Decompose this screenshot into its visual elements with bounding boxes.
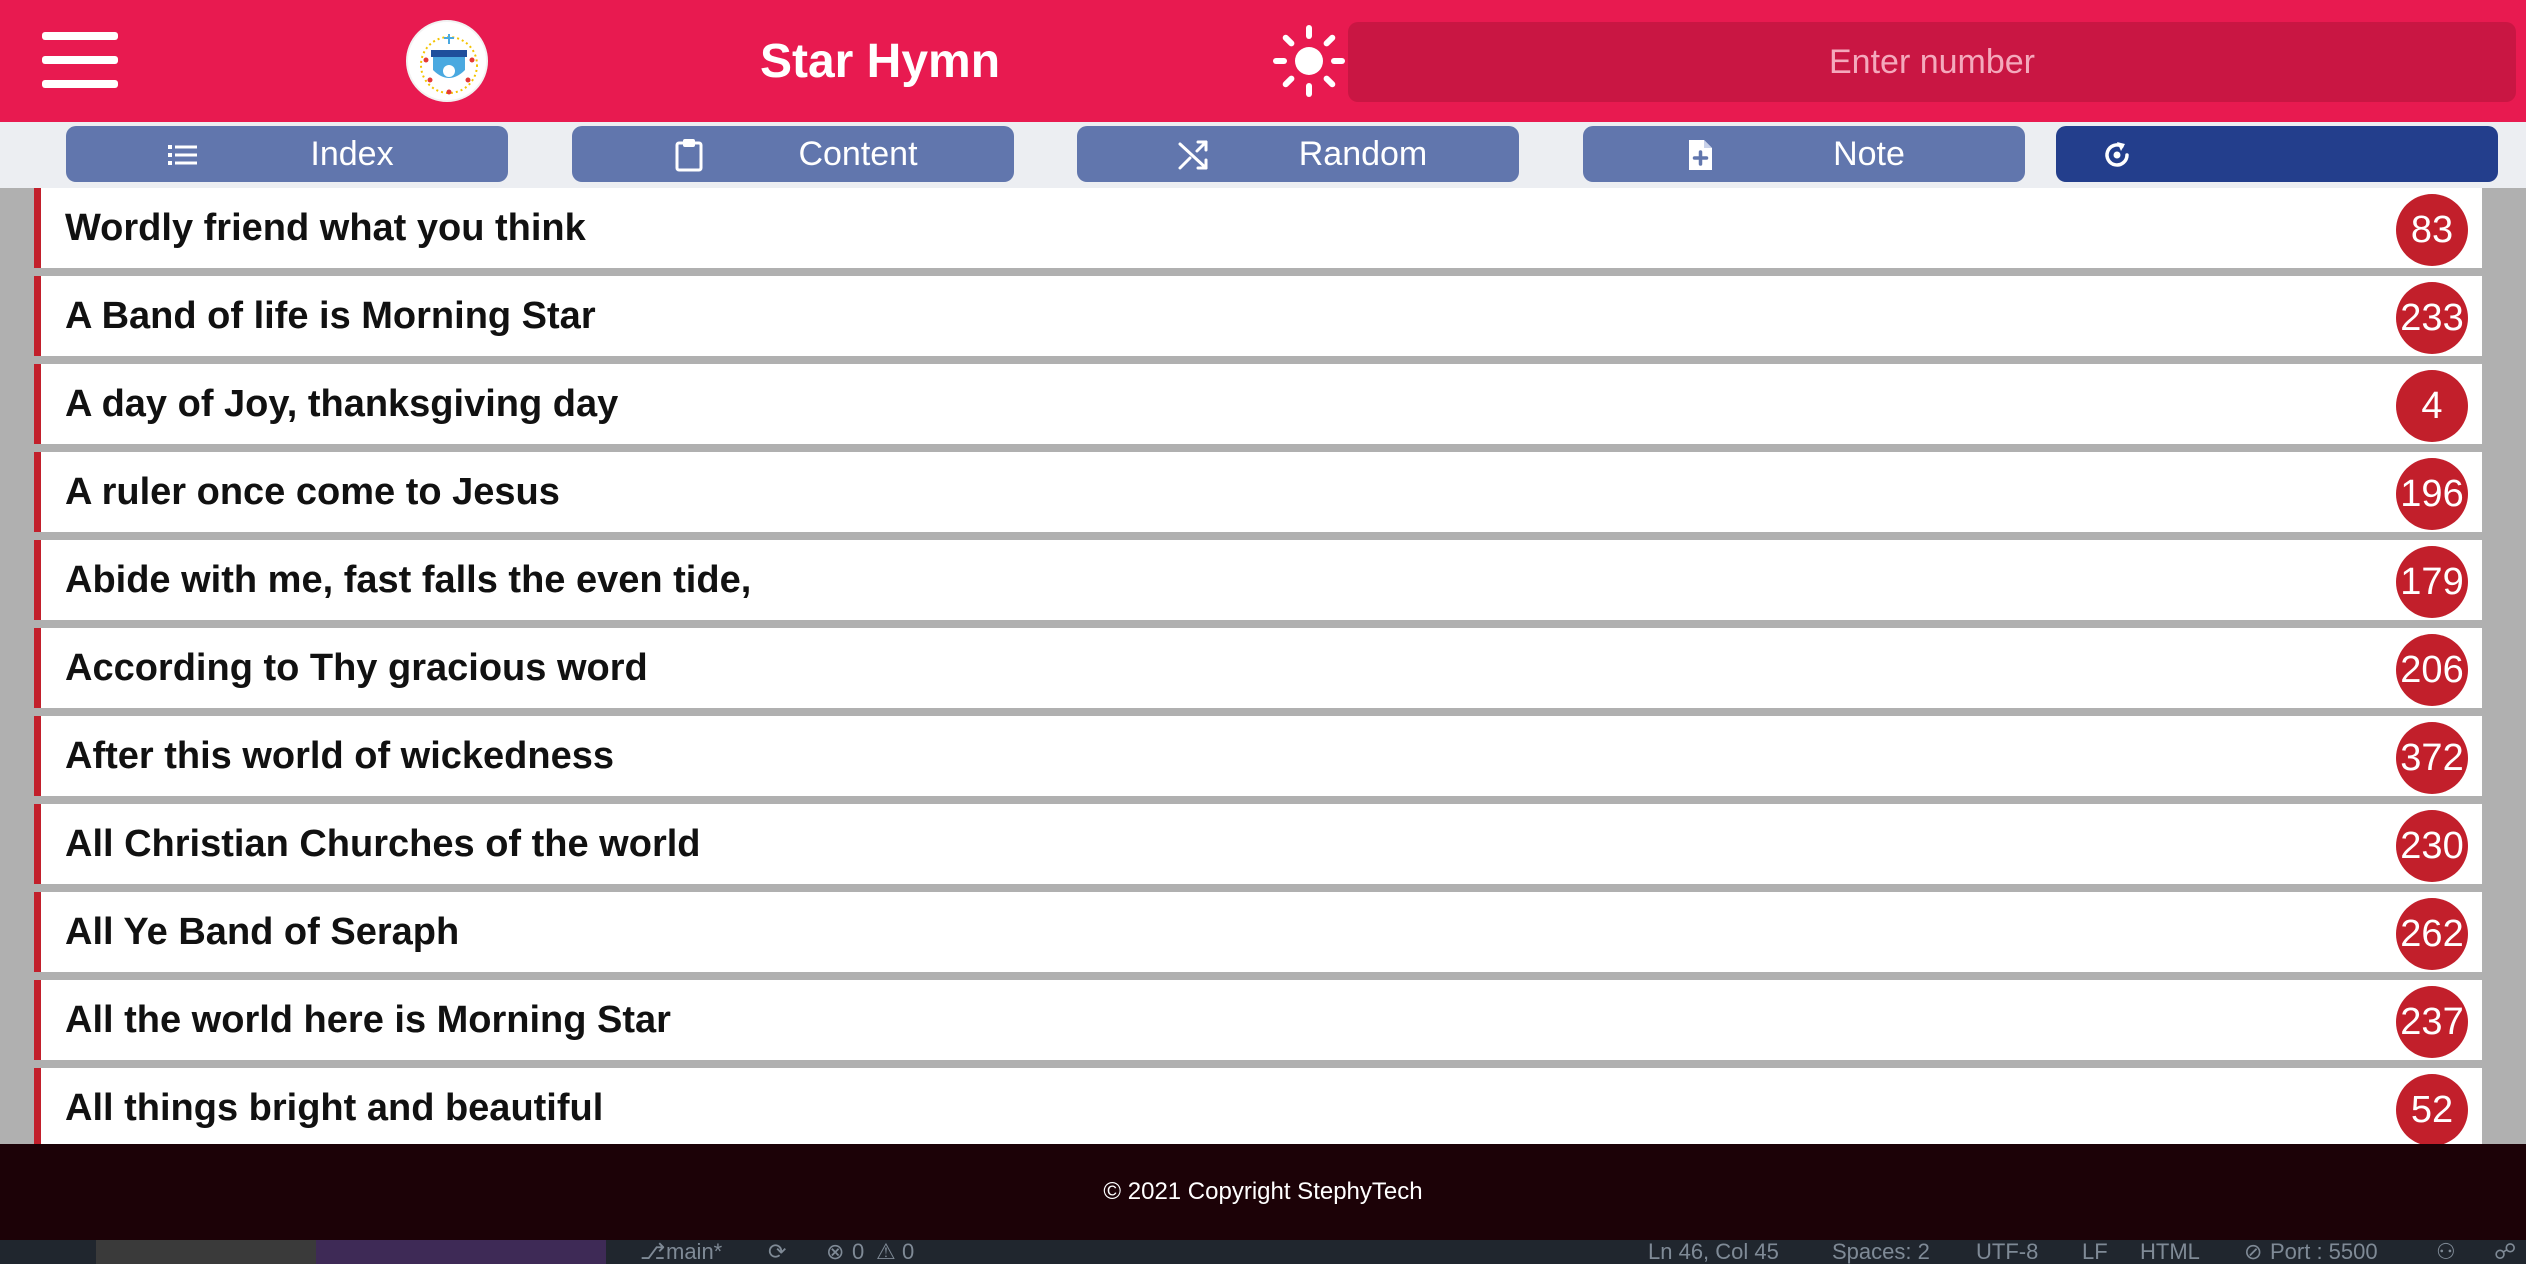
random-button-label: Random bbox=[1298, 135, 1428, 173]
language-mode[interactable]: HTML bbox=[2140, 1240, 2200, 1264]
indentation-setting[interactable]: Spaces: 2 bbox=[1832, 1240, 1930, 1264]
hymn-list-item[interactable]: All things bright and beautiful 52 bbox=[34, 1068, 2482, 1144]
copyright-footer: © 2021 Copyright StephyTech bbox=[0, 1144, 2526, 1240]
hymn-title: A Band of life is Morning Star bbox=[65, 295, 596, 337]
hymn-list-item[interactable]: Wordly friend what you think 83 bbox=[34, 188, 2482, 268]
hymn-list-item[interactable]: According to Thy gracious word 206 bbox=[34, 628, 2482, 708]
hymn-list-item[interactable]: A day of Joy, thanksgiving day 4 bbox=[34, 364, 2482, 444]
hymn-title: All things bright and beautiful bbox=[65, 1087, 604, 1129]
hymn-number-badge: 237 bbox=[2396, 986, 2468, 1058]
hymn-title: A day of Joy, thanksgiving day bbox=[65, 383, 619, 425]
shuffle-icon bbox=[1177, 138, 1211, 172]
app-logo[interactable] bbox=[406, 20, 488, 102]
hymn-title: After this world of wickedness bbox=[65, 735, 614, 777]
content-button-label: Content bbox=[798, 135, 918, 173]
hamburger-menu-icon[interactable] bbox=[42, 32, 118, 90]
content-button[interactable]: Content bbox=[572, 126, 1014, 182]
hymn-list-item[interactable]: All Christian Churches of the world 230 bbox=[34, 804, 2482, 884]
hymn-list: Wordly friend what you think 83 A Band o… bbox=[0, 188, 2526, 1144]
hymn-list-item[interactable]: A ruler once come to Jesus 196 bbox=[34, 452, 2482, 532]
list-icon bbox=[166, 138, 200, 172]
hymn-number-badge: 196 bbox=[2396, 458, 2468, 530]
live-server-port[interactable]: Port : 5500 bbox=[2270, 1240, 2378, 1264]
sync-icon[interactable]: ⟳ bbox=[768, 1240, 786, 1264]
editor-status-bar: ⎇ main* ⟳ ⊗ 0 ⚠ 0 Ln 46, Col 45 Spaces: … bbox=[0, 1240, 2526, 1264]
hymn-number-badge: 262 bbox=[2396, 898, 2468, 970]
hymn-list-item[interactable]: Abide with me, fast falls the even tide,… bbox=[34, 540, 2482, 620]
hymn-title: According to Thy gracious word bbox=[65, 647, 648, 689]
hymn-number-badge: 4 bbox=[2396, 370, 2468, 442]
app-header: Star Hymn bbox=[0, 0, 2526, 122]
clipboard-icon bbox=[672, 138, 706, 172]
hymn-title: A ruler once come to Jesus bbox=[65, 471, 560, 513]
file-encoding[interactable]: UTF-8 bbox=[1976, 1240, 2038, 1264]
notifications-icon[interactable]: ☍ bbox=[2494, 1240, 2516, 1264]
app-title: Star Hymn bbox=[759, 35, 1001, 88]
refresh-button-label bbox=[2206, 126, 2478, 182]
refresh-icon bbox=[2100, 138, 2134, 172]
hymn-number-badge: 179 bbox=[2396, 546, 2468, 618]
git-branch-status[interactable]: main* bbox=[666, 1240, 722, 1264]
hymn-list-item[interactable]: All Ye Band of Seraph 262 bbox=[34, 892, 2482, 972]
hymn-list-item[interactable]: A Band of life is Morning Star 233 bbox=[34, 276, 2482, 356]
hymn-number-badge: 83 bbox=[2396, 194, 2468, 266]
hymn-title: All the world here is Morning Star bbox=[65, 999, 671, 1041]
note-button[interactable]: Note bbox=[1583, 126, 2025, 182]
hymn-title: Wordly friend what you think bbox=[65, 207, 586, 249]
refresh-button[interactable] bbox=[2056, 126, 2498, 182]
live-server-icon: ⊘ bbox=[2244, 1239, 2263, 1264]
nav-toolbar: Index Content Random Note bbox=[0, 122, 2526, 188]
branch-icon: ⎇ bbox=[640, 1239, 666, 1264]
random-button[interactable]: Random bbox=[1077, 126, 1519, 182]
error-count[interactable]: 0 bbox=[852, 1240, 864, 1264]
note-button-label: Note bbox=[1833, 135, 1905, 173]
index-button[interactable]: Index bbox=[66, 126, 508, 182]
add-file-icon bbox=[1683, 138, 1717, 172]
error-icon: ⊗ bbox=[826, 1239, 845, 1264]
hymn-list-item[interactable]: All the world here is Morning Star 237 bbox=[34, 980, 2482, 1060]
warning-icon: ⚠ bbox=[876, 1239, 896, 1264]
editor-panel-tab bbox=[96, 1240, 316, 1264]
hymn-number-badge: 52 bbox=[2396, 1074, 2468, 1144]
warning-count[interactable]: 0 bbox=[902, 1240, 914, 1264]
hymn-number-badge: 233 bbox=[2396, 282, 2468, 354]
cursor-position[interactable]: Ln 46, Col 45 bbox=[1648, 1240, 1779, 1264]
hymn-title: Abide with me, fast falls the even tide, bbox=[65, 559, 752, 601]
hymn-number-badge: 230 bbox=[2396, 810, 2468, 882]
hymn-number-input[interactable] bbox=[1348, 22, 2516, 102]
hymn-title: All Christian Churches of the world bbox=[65, 823, 701, 865]
sun-icon[interactable] bbox=[1272, 24, 1346, 98]
hymn-number-badge: 206 bbox=[2396, 634, 2468, 706]
end-of-line[interactable]: LF bbox=[2082, 1240, 2108, 1264]
accounts-icon[interactable]: ⚇ bbox=[2436, 1240, 2456, 1264]
hymn-title: All Ye Band of Seraph bbox=[65, 911, 460, 953]
hymn-number-badge: 372 bbox=[2396, 722, 2468, 794]
editor-panel-tab bbox=[316, 1240, 606, 1264]
index-button-label: Index bbox=[310, 135, 394, 173]
hymn-list-item[interactable]: After this world of wickedness 372 bbox=[34, 716, 2482, 796]
